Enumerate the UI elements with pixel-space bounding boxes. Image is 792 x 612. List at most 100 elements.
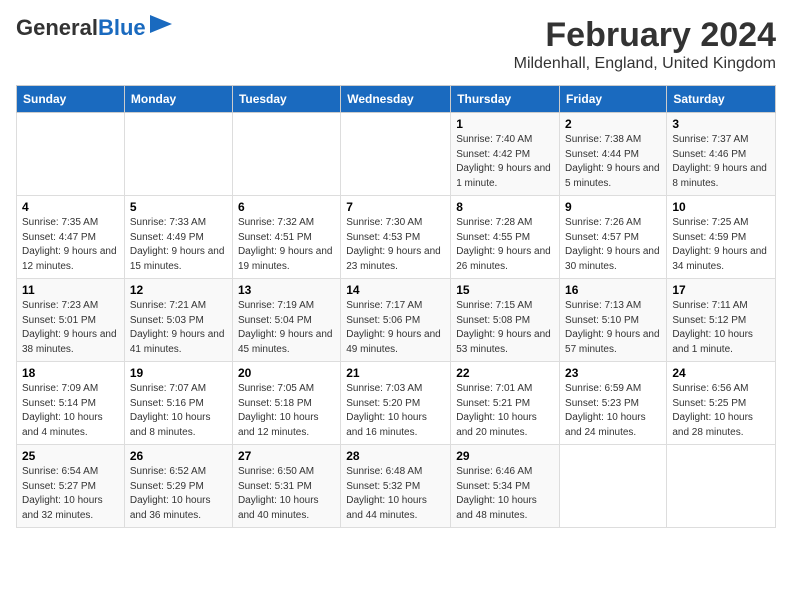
day-info: Sunrise: 7:38 AM Sunset: 4:44 PM Dayligh… — [565, 133, 661, 191]
day-info: Sunrise: 7:30 AM Sunset: 4:53 PM Dayligh… — [346, 216, 445, 274]
day-info: Sunrise: 7:33 AM Sunset: 4:49 PM Dayligh… — [130, 216, 227, 274]
calendar-cell: 16 Sunrise: 7:13 AM Sunset: 5:10 PM Dayli… — [560, 279, 667, 362]
calendar-cell: 11 Sunrise: 7:23 AM Sunset: 5:01 PM Dayli… — [17, 279, 125, 362]
calendar-cell: 8Sunrise: 7:28 AM Sunset: 4:55 PM Daylig… — [451, 196, 560, 279]
day-number: 24 — [672, 366, 770, 380]
day-info: Sunrise: 7:40 AM Sunset: 4:42 PM Dayligh… — [456, 133, 554, 191]
calendar-cell: 3 Sunrise: 7:37 AM Sunset: 4:46 PM Daylig… — [667, 113, 776, 196]
calendar-cell: 28 Sunrise: 6:48 AM Sunset: 5:32 PM Dayli… — [341, 445, 451, 528]
calendar-cell: 18Sunrise: 7:09 AM Sunset: 5:14 PM Dayli… — [17, 362, 125, 445]
day-number: 19 — [130, 366, 227, 380]
day-info: Sunrise: 7:21 AM Sunset: 5:03 PM Dayligh… — [130, 299, 227, 357]
day-number: 22 — [456, 366, 554, 380]
calendar-week-row: 1 Sunrise: 7:40 AM Sunset: 4:42 PM Daylig… — [17, 113, 776, 196]
calendar-week-row: 18Sunrise: 7:09 AM Sunset: 5:14 PM Dayli… — [17, 362, 776, 445]
day-number: 20 — [238, 366, 335, 380]
day-info: Sunrise: 6:48 AM Sunset: 5:32 PM Dayligh… — [346, 465, 445, 523]
weekday-header: Thursday — [451, 86, 560, 113]
calendar-cell: 9 Sunrise: 7:26 AM Sunset: 4:57 PM Daylig… — [560, 196, 667, 279]
day-number: 10 — [672, 200, 770, 214]
calendar-cell: 5 Sunrise: 7:33 AM Sunset: 4:49 PM Daylig… — [124, 196, 232, 279]
day-info: Sunrise: 7:37 AM Sunset: 4:46 PM Dayligh… — [672, 133, 770, 191]
calendar-cell: 20 Sunrise: 7:05 AM Sunset: 5:18 PM Dayli… — [232, 362, 340, 445]
calendar-cell — [124, 113, 232, 196]
calendar-cell — [17, 113, 125, 196]
calendar-cell — [232, 113, 340, 196]
day-number: 5 — [130, 200, 227, 214]
day-number: 29 — [456, 449, 554, 463]
calendar-cell: 22 Sunrise: 7:01 AM Sunset: 5:21 PM Dayli… — [451, 362, 560, 445]
day-info: Sunrise: 7:01 AM Sunset: 5:21 PM Dayligh… — [456, 382, 554, 440]
calendar-cell: 23 Sunrise: 6:59 AM Sunset: 5:23 PM Dayli… — [560, 362, 667, 445]
day-number: 14 — [346, 283, 445, 297]
day-info: Sunrise: 7:15 AM Sunset: 5:08 PM Dayligh… — [456, 299, 554, 357]
day-number: 9 — [565, 200, 661, 214]
weekday-header-row: SundayMondayTuesdayWednesdayThursdayFrid… — [17, 86, 776, 113]
calendar-cell — [341, 113, 451, 196]
day-number: 27 — [238, 449, 335, 463]
calendar-cell: 10 Sunrise: 7:25 AM Sunset: 4:59 PM Dayli… — [667, 196, 776, 279]
logo: GeneralBlue — [16, 16, 172, 40]
day-info: Sunrise: 7:13 AM Sunset: 5:10 PM Dayligh… — [565, 299, 661, 357]
calendar-cell: 2 Sunrise: 7:38 AM Sunset: 4:44 PM Daylig… — [560, 113, 667, 196]
calendar-cell — [667, 445, 776, 528]
day-number: 4 — [22, 200, 119, 214]
logo-arrow-icon — [150, 15, 172, 33]
day-info: Sunrise: 6:59 AM Sunset: 5:23 PM Dayligh… — [565, 382, 661, 440]
weekday-header: Friday — [560, 86, 667, 113]
calendar-cell: 7Sunrise: 7:30 AM Sunset: 4:53 PM Daylig… — [341, 196, 451, 279]
day-info: Sunrise: 6:50 AM Sunset: 5:31 PM Dayligh… — [238, 465, 335, 523]
day-info: Sunrise: 7:05 AM Sunset: 5:18 PM Dayligh… — [238, 382, 335, 440]
calendar-cell: 17 Sunrise: 7:11 AM Sunset: 5:12 PM Dayli… — [667, 279, 776, 362]
day-number: 12 — [130, 283, 227, 297]
calendar-cell: 26Sunrise: 6:52 AM Sunset: 5:29 PM Dayli… — [124, 445, 232, 528]
calendar-cell: 21 Sunrise: 7:03 AM Sunset: 5:20 PM Dayli… — [341, 362, 451, 445]
day-number: 11 — [22, 283, 119, 297]
weekday-header: Sunday — [17, 86, 125, 113]
logo-text: GeneralBlue — [16, 16, 146, 40]
header: GeneralBlue February 2024 Mildenhall, En… — [16, 16, 776, 73]
calendar-cell: 29 Sunrise: 6:46 AM Sunset: 5:34 PM Dayli… — [451, 445, 560, 528]
calendar-cell: 27 Sunrise: 6:50 AM Sunset: 5:31 PM Dayli… — [232, 445, 340, 528]
calendar-cell: 1 Sunrise: 7:40 AM Sunset: 4:42 PM Daylig… — [451, 113, 560, 196]
day-info: Sunrise: 7:09 AM Sunset: 5:14 PM Dayligh… — [22, 382, 119, 440]
weekday-header: Wednesday — [341, 86, 451, 113]
calendar-week-row: 11 Sunrise: 7:23 AM Sunset: 5:01 PM Dayli… — [17, 279, 776, 362]
day-number: 21 — [346, 366, 445, 380]
day-number: 2 — [565, 117, 661, 131]
day-info: Sunrise: 7:23 AM Sunset: 5:01 PM Dayligh… — [22, 299, 119, 357]
day-info: Sunrise: 6:54 AM Sunset: 5:27 PM Dayligh… — [22, 465, 119, 523]
weekday-header: Monday — [124, 86, 232, 113]
day-info: Sunrise: 6:46 AM Sunset: 5:34 PM Dayligh… — [456, 465, 554, 523]
day-number: 16 — [565, 283, 661, 297]
day-info: Sunrise: 7:26 AM Sunset: 4:57 PM Dayligh… — [565, 216, 661, 274]
calendar-cell — [560, 445, 667, 528]
day-number: 17 — [672, 283, 770, 297]
calendar-week-row: 4Sunrise: 7:35 AM Sunset: 4:47 PM Daylig… — [17, 196, 776, 279]
calendar-cell: 25 Sunrise: 6:54 AM Sunset: 5:27 PM Dayli… — [17, 445, 125, 528]
day-info: Sunrise: 7:25 AM Sunset: 4:59 PM Dayligh… — [672, 216, 770, 274]
day-number: 1 — [456, 117, 554, 131]
month-title: February 2024 — [514, 16, 776, 55]
calendar-cell: 4Sunrise: 7:35 AM Sunset: 4:47 PM Daylig… — [17, 196, 125, 279]
calendar-week-row: 25 Sunrise: 6:54 AM Sunset: 5:27 PM Dayli… — [17, 445, 776, 528]
day-info: Sunrise: 7:32 AM Sunset: 4:51 PM Dayligh… — [238, 216, 335, 274]
calendar-cell: 24 Sunrise: 6:56 AM Sunset: 5:25 PM Dayli… — [667, 362, 776, 445]
calendar-cell: 6Sunrise: 7:32 AM Sunset: 4:51 PM Daylig… — [232, 196, 340, 279]
day-info: Sunrise: 7:11 AM Sunset: 5:12 PM Dayligh… — [672, 299, 770, 357]
day-info: Sunrise: 6:56 AM Sunset: 5:25 PM Dayligh… — [672, 382, 770, 440]
day-number: 3 — [672, 117, 770, 131]
day-info: Sunrise: 7:28 AM Sunset: 4:55 PM Dayligh… — [456, 216, 554, 274]
day-number: 13 — [238, 283, 335, 297]
weekday-header: Saturday — [667, 86, 776, 113]
calendar-cell: 19Sunrise: 7:07 AM Sunset: 5:16 PM Dayli… — [124, 362, 232, 445]
day-number: 23 — [565, 366, 661, 380]
day-number: 15 — [456, 283, 554, 297]
day-info: Sunrise: 7:03 AM Sunset: 5:20 PM Dayligh… — [346, 382, 445, 440]
title-area: February 2024 Mildenhall, England, Unite… — [514, 16, 776, 73]
calendar-body: 1 Sunrise: 7:40 AM Sunset: 4:42 PM Daylig… — [17, 113, 776, 528]
calendar-cell: 15 Sunrise: 7:15 AM Sunset: 5:08 PM Dayli… — [451, 279, 560, 362]
day-number: 25 — [22, 449, 119, 463]
calendar-cell: 12 Sunrise: 7:21 AM Sunset: 5:03 PM Dayli… — [124, 279, 232, 362]
day-number: 28 — [346, 449, 445, 463]
